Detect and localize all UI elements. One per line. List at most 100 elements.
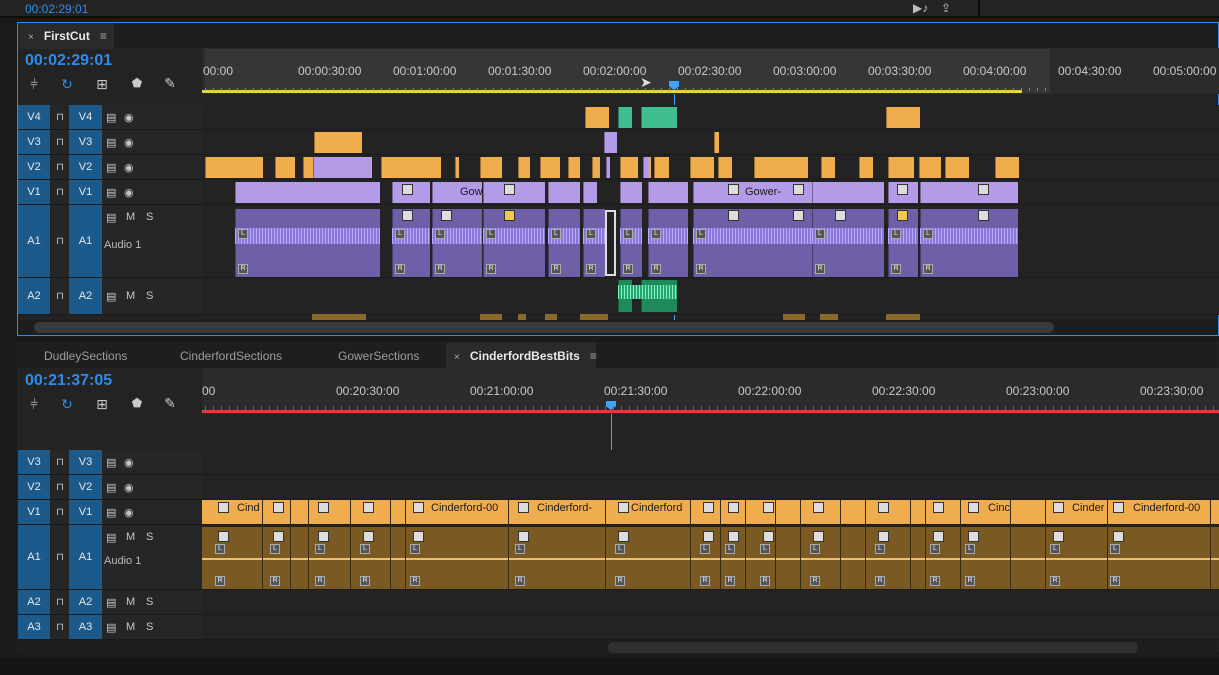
- video-clip[interactable]: [888, 157, 914, 178]
- toggle-output-icon[interactable]: ▤: [106, 531, 116, 544]
- track-source-v2[interactable]: V2: [69, 475, 102, 499]
- clip-edit-point[interactable]: [865, 500, 866, 589]
- video-clip[interactable]: [314, 132, 362, 153]
- sequence-timecode[interactable]: 00:21:37:05: [25, 372, 112, 390]
- lock-icon[interactable]: ⊓: [56, 236, 64, 247]
- horizontal-scrollbar[interactable]: [18, 640, 1218, 655]
- toggle-output-icon[interactable]: ▤: [106, 290, 116, 303]
- track-target-v1[interactable]: V1: [18, 180, 50, 204]
- clip-edit-point[interactable]: [1045, 500, 1046, 589]
- video-clip[interactable]: [812, 182, 884, 203]
- lock-icon[interactable]: ⊓: [56, 137, 64, 148]
- video-clip[interactable]: [919, 157, 941, 178]
- selected-clip-outline[interactable]: [605, 210, 616, 276]
- clip-edit-point[interactable]: [745, 500, 746, 589]
- video-clip[interactable]: [455, 157, 459, 178]
- lock-icon[interactable]: ⊓: [56, 457, 64, 468]
- audio-clip[interactable]: [783, 314, 805, 320]
- eye-icon[interactable]: ◉: [124, 506, 134, 519]
- clip-edit-point[interactable]: [308, 500, 309, 589]
- track-source-v1[interactable]: V1: [69, 500, 102, 524]
- clip-edit-point[interactable]: [290, 500, 291, 589]
- video-clip[interactable]: [620, 182, 642, 203]
- toggle-output-icon[interactable]: ▤: [106, 596, 116, 609]
- eye-icon[interactable]: ◉: [124, 136, 134, 149]
- track-target-v1[interactable]: V1: [18, 500, 50, 524]
- video-clip[interactable]: [381, 157, 441, 178]
- track-source-a2[interactable]: A2: [69, 278, 102, 314]
- tab-gowersections[interactable]: GowerSections: [312, 343, 446, 369]
- video-clip[interactable]: [313, 157, 371, 178]
- toggle-output-icon[interactable]: ▤: [106, 136, 116, 149]
- lock-icon[interactable]: ⊓: [56, 482, 64, 493]
- video-clip[interactable]: [643, 157, 649, 178]
- clip-edit-point[interactable]: [350, 500, 351, 589]
- snap-icon[interactable]: ⫩: [25, 76, 43, 93]
- toggle-output-icon[interactable]: ▤: [106, 621, 116, 634]
- lock-icon[interactable]: ⊓: [56, 597, 64, 608]
- linked-selection-icon[interactable]: ↻: [58, 396, 76, 413]
- video-clip[interactable]: [859, 157, 873, 178]
- track-source-a2[interactable]: A2: [69, 590, 102, 614]
- video-clip[interactable]: [303, 157, 313, 178]
- audio-clip[interactable]: [312, 314, 366, 320]
- panel-menu-icon[interactable]: ≡: [590, 349, 597, 363]
- clip-edit-point[interactable]: [910, 500, 911, 589]
- video-clip[interactable]: [821, 157, 835, 178]
- video-clip[interactable]: [568, 157, 580, 178]
- clip-edit-point[interactable]: [508, 500, 509, 589]
- video-clip[interactable]: [275, 157, 295, 178]
- solo-button[interactable]: S: [146, 596, 153, 608]
- program-timecode[interactable]: 00:02:29:01: [25, 2, 88, 16]
- scrollbar-thumb[interactable]: [608, 642, 1138, 653]
- solo-button[interactable]: S: [146, 211, 153, 223]
- track-lane-a3[interactable]: [202, 615, 1219, 640]
- snap-icon[interactable]: ⫩: [25, 396, 43, 413]
- video-clip[interactable]: [995, 157, 1019, 178]
- eye-icon[interactable]: ◉: [124, 456, 134, 469]
- mute-button[interactable]: M: [126, 531, 135, 543]
- toggle-output-icon[interactable]: ▤: [106, 211, 116, 224]
- solo-button[interactable]: S: [146, 531, 153, 543]
- marker-icon[interactable]: ⬟: [128, 76, 146, 90]
- track-target-v2[interactable]: V2: [18, 155, 50, 179]
- horizontal-scrollbar[interactable]: [18, 320, 1218, 335]
- eye-icon[interactable]: ◉: [124, 111, 134, 124]
- toggle-output-icon[interactable]: ▤: [106, 111, 116, 124]
- video-clip[interactable]: [654, 157, 669, 178]
- toggle-output-icon[interactable]: ▤: [106, 506, 116, 519]
- clip-edit-point[interactable]: [840, 500, 841, 589]
- track-target-v4[interactable]: V4: [18, 105, 50, 129]
- audio-clip[interactable]: [518, 314, 526, 320]
- track-target-a1[interactable]: A1: [18, 525, 50, 589]
- close-icon[interactable]: ×: [454, 352, 460, 363]
- clip-edit-point[interactable]: [390, 500, 391, 589]
- eye-icon[interactable]: ◉: [124, 481, 134, 494]
- video-clip[interactable]: [540, 157, 560, 178]
- clip-edit-point[interactable]: [262, 500, 263, 589]
- lock-icon[interactable]: ⊓: [56, 162, 64, 173]
- clip-edit-point[interactable]: [1210, 500, 1211, 589]
- track-target-a3[interactable]: A3: [18, 615, 50, 639]
- toggle-output-icon[interactable]: ▤: [106, 481, 116, 494]
- lock-icon[interactable]: ⊓: [56, 622, 64, 633]
- track-source-v4[interactable]: V4: [69, 105, 102, 129]
- track-lane-v4[interactable]: [202, 105, 1219, 130]
- track-lane-v3[interactable]: [202, 450, 1219, 475]
- video-clip[interactable]: [920, 182, 1018, 203]
- video-clip[interactable]: [205, 157, 263, 178]
- video-clip[interactable]: [606, 157, 610, 178]
- wrench-icon[interactable]: ✎: [161, 395, 179, 412]
- audio-clip[interactable]: [580, 314, 608, 320]
- audio-clip[interactable]: [820, 314, 838, 320]
- track-source-a1[interactable]: A1: [69, 205, 102, 277]
- add-marker-icon[interactable]: ⊞: [93, 76, 111, 93]
- video-clip[interactable]: [690, 157, 714, 178]
- tab-cinderfordbestbits[interactable]: × CinderfordBestBits ≡: [446, 343, 597, 369]
- solo-button[interactable]: S: [146, 290, 153, 302]
- track-source-a1[interactable]: A1: [69, 525, 102, 589]
- video-clip[interactable]: [945, 157, 969, 178]
- solo-button[interactable]: S: [146, 621, 153, 633]
- lock-icon[interactable]: ⊓: [56, 507, 64, 518]
- clip-edit-point[interactable]: [720, 500, 721, 589]
